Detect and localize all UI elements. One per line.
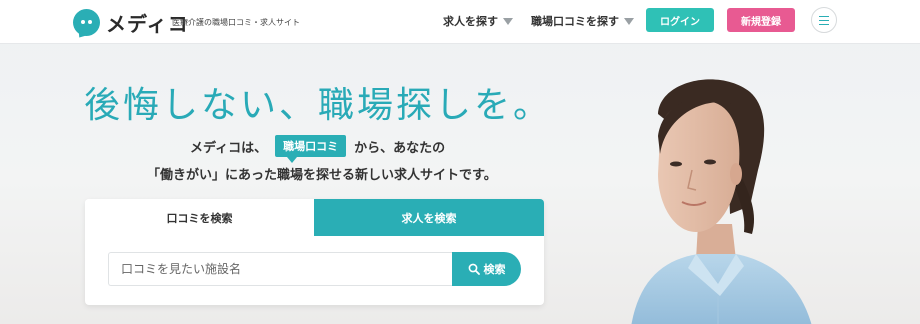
lead-prefix: メディコは、 [190, 140, 268, 156]
nav-find-reviews[interactable]: 職場口コミを探す [531, 13, 634, 29]
search-card: 口コミを検索 求人を検索 検索 [85, 199, 544, 305]
hero-headline: 後悔しない、職場探しを。 [84, 85, 553, 126]
site-header: メディコ 医療介護の職場口コミ・求人サイト 求人を探す 職場口コミを探す ログイ… [0, 0, 920, 44]
site-tagline: 医療介護の職場口コミ・求人サイト [172, 18, 300, 27]
hero-lead-line-1: メディコは、 職場口コミ から、あなたの [190, 135, 446, 163]
search-icon [468, 263, 480, 275]
logo-chat-bubble-icon [73, 9, 100, 41]
triangle-down-icon [624, 17, 634, 25]
lead-suffix: から、あなたの [354, 140, 446, 156]
login-button[interactable]: ログイン [646, 8, 714, 32]
nav-find-reviews-label: 職場口コミを探す [531, 15, 619, 28]
nav-find-jobs-label: 求人を探す [443, 15, 498, 28]
tab-search-reviews[interactable]: 口コミを検索 [85, 199, 314, 236]
search-button[interactable]: 検索 [452, 252, 521, 286]
hero-nurse-photo [631, 79, 812, 324]
register-button[interactable]: 新規登録 [727, 8, 795, 32]
triangle-down-icon [503, 17, 513, 25]
facility-search-input[interactable] [108, 252, 458, 286]
search-button-label: 検索 [483, 264, 506, 276]
tab-search-jobs[interactable]: 求人を検索 [314, 199, 544, 236]
nav-find-jobs[interactable]: 求人を探す [443, 13, 513, 29]
review-chip-badge: 職場口コミ [275, 135, 347, 163]
hamburger-icon[interactable] [811, 7, 837, 33]
hero-lead-line-2: 「働きがい」にあった職場を探せる新しい求人サイトです。 [147, 168, 497, 183]
